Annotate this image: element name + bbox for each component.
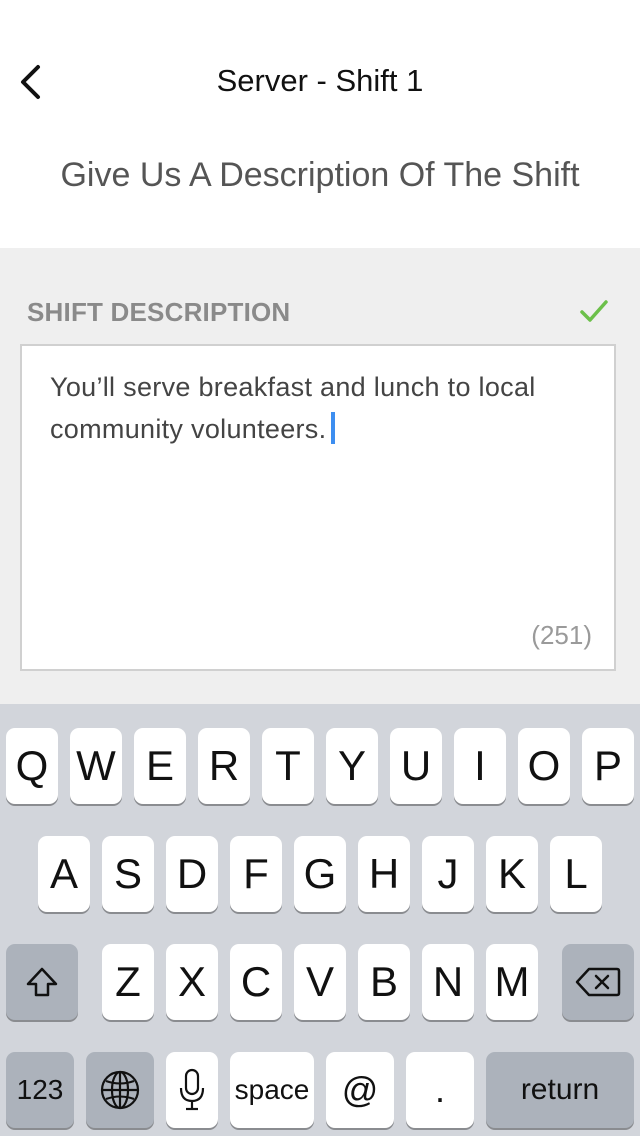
dictation-key[interactable] (166, 1052, 218, 1128)
key-k[interactable]: K (486, 836, 538, 912)
textarea-content: You’ll serve breakfast and lunch to loca… (50, 366, 590, 450)
globe-key[interactable] (86, 1052, 154, 1128)
key-r[interactable]: R (198, 728, 250, 804)
shift-description-label: SHIFT DESCRIPTION (27, 297, 291, 327)
key-s[interactable]: S (102, 836, 154, 912)
key-u[interactable]: U (390, 728, 442, 804)
key-q[interactable]: Q (6, 728, 58, 804)
key-v[interactable]: V (294, 944, 346, 1020)
screen: Server - Shift 1 Give Us A Description O… (0, 0, 640, 1136)
key-l[interactable]: L (550, 836, 602, 912)
key-z[interactable]: Z (102, 944, 154, 1020)
checkmark-icon (580, 300, 608, 322)
shift-icon (26, 967, 58, 997)
description-value: You’ll serve breakfast and lunch to loca… (50, 372, 536, 444)
key-t[interactable]: T (262, 728, 314, 804)
keyboard: Q W E R T Y U I O P A S D F G H J K L Z … (0, 704, 640, 1136)
key-e[interactable]: E (134, 728, 186, 804)
key-o[interactable]: O (518, 728, 570, 804)
key-f[interactable]: F (230, 836, 282, 912)
key-x[interactable]: X (166, 944, 218, 1020)
microphone-icon (179, 1068, 205, 1111)
delete-key[interactable] (562, 944, 634, 1020)
key-n[interactable]: N (422, 944, 474, 1020)
return-key[interactable]: return (486, 1052, 634, 1128)
form-area: SHIFT DESCRIPTION You’ll serve breakfast… (0, 248, 640, 704)
key-p[interactable]: P (582, 728, 634, 804)
text-caret (331, 412, 336, 444)
key-d[interactable]: D (166, 836, 218, 912)
period-key[interactable]: . (406, 1052, 474, 1128)
chevron-left-icon (21, 65, 40, 99)
key-a[interactable]: A (38, 836, 90, 912)
delete-backspace-icon (575, 967, 621, 997)
at-key[interactable]: @ (326, 1052, 394, 1128)
key-y[interactable]: Y (326, 728, 378, 804)
key-j[interactable]: J (422, 836, 474, 912)
key-c[interactable]: C (230, 944, 282, 1020)
key-w[interactable]: W (70, 728, 122, 804)
space-key[interactable]: space (230, 1052, 314, 1128)
nav-title: Server - Shift 1 (216, 63, 424, 98)
character-count: (251) (531, 620, 592, 650)
page-subtitle: Give Us A Description Of The Shift (60, 156, 580, 194)
back-button[interactable] (6, 58, 54, 106)
header: Server - Shift 1 Give Us A Description O… (0, 0, 640, 248)
key-h[interactable]: H (358, 836, 410, 912)
key-b[interactable]: B (358, 944, 410, 1020)
numbers-key[interactable]: 123 (6, 1052, 74, 1128)
shift-key[interactable] (6, 944, 78, 1020)
globe-icon (100, 1070, 140, 1110)
shift-description-textarea[interactable]: You’ll serve breakfast and lunch to loca… (20, 344, 616, 671)
key-g[interactable]: G (294, 836, 346, 912)
key-m[interactable]: M (486, 944, 538, 1020)
key-i[interactable]: I (454, 728, 506, 804)
